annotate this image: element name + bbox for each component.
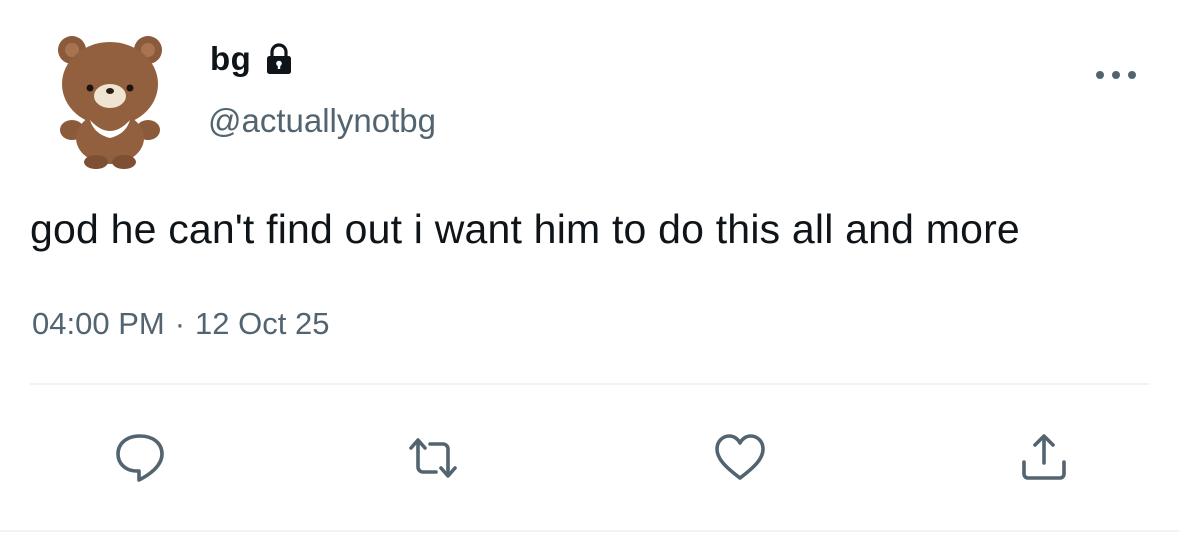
bottom-divider (0, 530, 1179, 532)
tweet-date: 12 Oct 25 (195, 306, 330, 341)
share-button[interactable] (1014, 428, 1074, 488)
handle[interactable]: @actuallynotbg (208, 102, 436, 140)
heart-icon (715, 434, 765, 480)
divider (30, 383, 1149, 385)
retweet-icon (409, 438, 457, 478)
name-row: bg (210, 40, 295, 78)
more-dot (1112, 71, 1120, 79)
tweet-card: bg @actuallynotbg god he can't find out … (0, 0, 1179, 549)
tweet-timestamp[interactable]: 04:00 PM · 12 Oct 25 (32, 306, 329, 342)
retweet-button[interactable] (403, 428, 463, 488)
like-button[interactable] (710, 428, 770, 488)
action-bar (0, 428, 1179, 488)
display-name[interactable]: bg (210, 40, 251, 78)
reply-button[interactable] (110, 428, 170, 488)
more-dot (1096, 71, 1104, 79)
teddy-bear-avatar (58, 36, 162, 169)
avatar[interactable] (46, 34, 174, 170)
meta-separator: · (174, 306, 186, 341)
more-dot (1128, 71, 1136, 79)
tweet-text: god he can't find out i want him to do t… (30, 206, 1020, 252)
lock-icon (267, 43, 292, 74)
tweet-time: 04:00 PM (32, 306, 165, 341)
more-button[interactable] (1096, 64, 1136, 86)
share-icon (1022, 434, 1066, 480)
reply-icon (116, 434, 164, 482)
